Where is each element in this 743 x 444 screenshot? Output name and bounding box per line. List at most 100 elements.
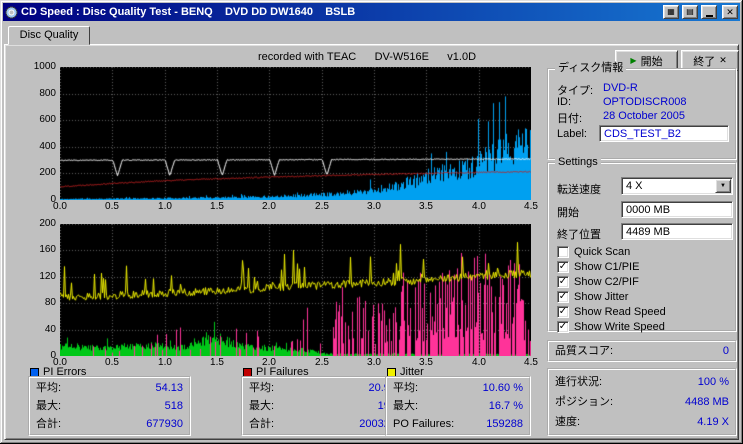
jitter-stats-box: 平均: 10.60 % 最大: 16.7 % PO Failures: 159288 bbox=[385, 376, 531, 436]
quality-score-row: 品質スコア: 0 bbox=[549, 342, 735, 361]
x-tick-label: 4.5 bbox=[524, 357, 538, 368]
settings-title: Settings bbox=[555, 156, 601, 169]
play-icon: ▶ bbox=[630, 56, 637, 65]
cd-speed-window: CD Speed : Disc Quality Test - BENQ DVD … bbox=[0, 0, 743, 444]
minimize-button[interactable] bbox=[701, 5, 717, 19]
checkbox-box[interactable]: ✓ bbox=[557, 260, 569, 273]
checkbox-box[interactable]: ✓ bbox=[557, 290, 569, 303]
x-tick-label: 4.0 bbox=[472, 357, 486, 368]
y-tick-label: 600 bbox=[39, 114, 56, 125]
checkbox-label: Show C1/PIE bbox=[574, 260, 640, 273]
stat-label: 合計: bbox=[36, 418, 62, 430]
stat-row: 合計: 200326 bbox=[243, 414, 402, 432]
x-tick-label: 0.0 bbox=[53, 201, 67, 212]
x-tick-label: 0.5 bbox=[105, 201, 119, 212]
data-view-button[interactable]: ▤ bbox=[682, 5, 698, 19]
checkbox-show-write-speed[interactable]: ✓ Show Write Speed bbox=[557, 319, 729, 334]
position-row: ポジション: 4488 MB bbox=[549, 390, 735, 410]
checkbox-show-c1-pie[interactable]: ✓ Show C1/PIE bbox=[557, 259, 729, 274]
checkbox-label: Show Jitter bbox=[574, 290, 629, 303]
graph-view-button[interactable]: ▦ bbox=[663, 5, 679, 19]
x-tick-label: 0.5 bbox=[105, 357, 119, 368]
stat-label: 平均: bbox=[249, 382, 275, 394]
stat-value: 677930 bbox=[146, 418, 183, 430]
x-tick-label: 1.5 bbox=[210, 357, 224, 368]
checkbox-show-read-speed[interactable]: ✓ Show Read Speed bbox=[557, 304, 729, 319]
stat-label: 最大: bbox=[249, 400, 275, 412]
stat-value: 518 bbox=[164, 400, 183, 412]
y-tick-label: 200 bbox=[39, 218, 56, 229]
progress-box: 進行状況: 100 % ポジション: 4488 MB 速度: 4.19 X bbox=[547, 368, 737, 436]
checkbox-box[interactable] bbox=[557, 245, 569, 258]
disc-id-value: OPTODISCR008 bbox=[603, 96, 687, 108]
checkbox-quick-scan[interactable]: Quick Scan bbox=[557, 244, 729, 259]
y-tick-label: 200 bbox=[39, 167, 56, 178]
disc-id-label: ID: bbox=[557, 96, 572, 108]
bar-chart-icon: ▦ bbox=[667, 7, 675, 16]
speed-row: 速度: 4.19 X bbox=[549, 410, 735, 430]
x-tick-label: 1.0 bbox=[158, 357, 172, 368]
start-position-label: 開始 bbox=[557, 207, 579, 219]
start-position-value: 0000 MB bbox=[626, 203, 671, 216]
end-position-field[interactable]: 4489 MB bbox=[621, 223, 733, 240]
speed-select[interactable]: 4 X ▼ bbox=[621, 177, 733, 195]
speed-label: 転送速度 bbox=[557, 184, 601, 196]
start-position-field[interactable]: 0000 MB bbox=[621, 201, 733, 218]
checkbox-box[interactable]: ✓ bbox=[557, 320, 569, 333]
stat-row: 最大:192 bbox=[243, 396, 402, 414]
start-button-label: 開始 bbox=[640, 55, 663, 68]
pif-jitter-chart bbox=[60, 224, 531, 356]
minimize-icon bbox=[705, 14, 713, 17]
exit-button-label: 終了 bbox=[693, 55, 716, 68]
table-icon: ▤ bbox=[686, 7, 694, 16]
stat-label: 最大: bbox=[393, 400, 419, 412]
x-tick-label: 2.5 bbox=[315, 201, 329, 212]
checkbox-label: Show Write Speed bbox=[574, 320, 665, 333]
checkbox-label: Show Read Speed bbox=[574, 305, 666, 318]
title-bar[interactable]: CD Speed : Disc Quality Test - BENQ DVD … bbox=[3, 3, 740, 21]
position-label: ポジション: bbox=[555, 396, 614, 408]
disc-date-value: 28 October 2005 bbox=[603, 110, 685, 122]
disc-info-group: ディスク情報 タイプ: DVD-R ID: OPTODISCR008 日付: 2… bbox=[547, 62, 737, 160]
recorded-with-text: recorded with TEAC DV-W516E v1.0D bbox=[258, 51, 477, 63]
checkbox-box[interactable]: ✓ bbox=[557, 305, 569, 318]
quality-score-value: 0 bbox=[722, 345, 729, 357]
checkbox-label: Show C2/PIF bbox=[574, 275, 639, 288]
speed-value: 4 X bbox=[626, 180, 643, 192]
checkbox-box[interactable]: ✓ bbox=[557, 275, 569, 288]
settings-group: Settings 転送速度 4 X ▼ 開始 0000 MB 終了位置 4489… bbox=[547, 156, 737, 334]
x-tick-label: 2.0 bbox=[262, 201, 276, 212]
chevron-down-icon[interactable]: ▼ bbox=[715, 179, 731, 193]
disc-label-field[interactable]: CDS_TEST_B2 bbox=[599, 125, 729, 142]
x-tick-label: 3.0 bbox=[367, 201, 381, 212]
exit-cross-icon: ✕ bbox=[719, 55, 727, 65]
close-icon: ✕ bbox=[726, 6, 734, 17]
stat-value: 16.7 % bbox=[488, 400, 523, 412]
disc-info-title: ディスク情報 bbox=[555, 62, 627, 75]
stat-label: 平均: bbox=[393, 382, 419, 394]
checkbox-show-c2-pif[interactable]: ✓ Show C2/PIF bbox=[557, 274, 729, 289]
position-value: 4488 MB bbox=[684, 396, 729, 408]
disc-date-row: 日付: 28 October 2005 bbox=[557, 110, 727, 126]
disc-label-label: Label: bbox=[557, 128, 587, 140]
y-tick-label: 400 bbox=[39, 141, 56, 152]
checkbox-list: Quick Scan ✓ Show C1/PIE ✓ Show C2/PIF ✓ Show … bbox=[557, 244, 729, 334]
x-tick-label: 2.5 bbox=[315, 357, 329, 368]
app-disc-icon bbox=[5, 5, 18, 19]
speed-row-value: 4.19 X bbox=[697, 416, 729, 428]
checkbox-show-jitter[interactable]: ✓ Show Jitter bbox=[557, 289, 729, 304]
end-position-label: 終了位置 bbox=[557, 229, 601, 241]
x-tick-label: 3.0 bbox=[367, 357, 381, 368]
stat-row: 最大: 518 bbox=[30, 396, 189, 414]
y-tick-label: 800 bbox=[39, 88, 56, 99]
tab-disc-quality[interactable]: Disc Quality bbox=[8, 26, 90, 45]
close-button[interactable]: ✕ bbox=[722, 5, 738, 19]
quality-score-box: 品質スコア: 0 bbox=[547, 340, 737, 362]
progress-value: 100 % bbox=[697, 376, 729, 388]
stat-label: 最大: bbox=[36, 400, 62, 412]
y-tick-label: 40 bbox=[44, 324, 56, 335]
quality-score-label: 品質スコア: bbox=[555, 345, 614, 357]
stat-value: 10.60 % bbox=[482, 382, 523, 394]
stat-row: 最大: 16.7 % bbox=[387, 396, 529, 414]
x-tick-label: 3.5 bbox=[419, 201, 433, 212]
